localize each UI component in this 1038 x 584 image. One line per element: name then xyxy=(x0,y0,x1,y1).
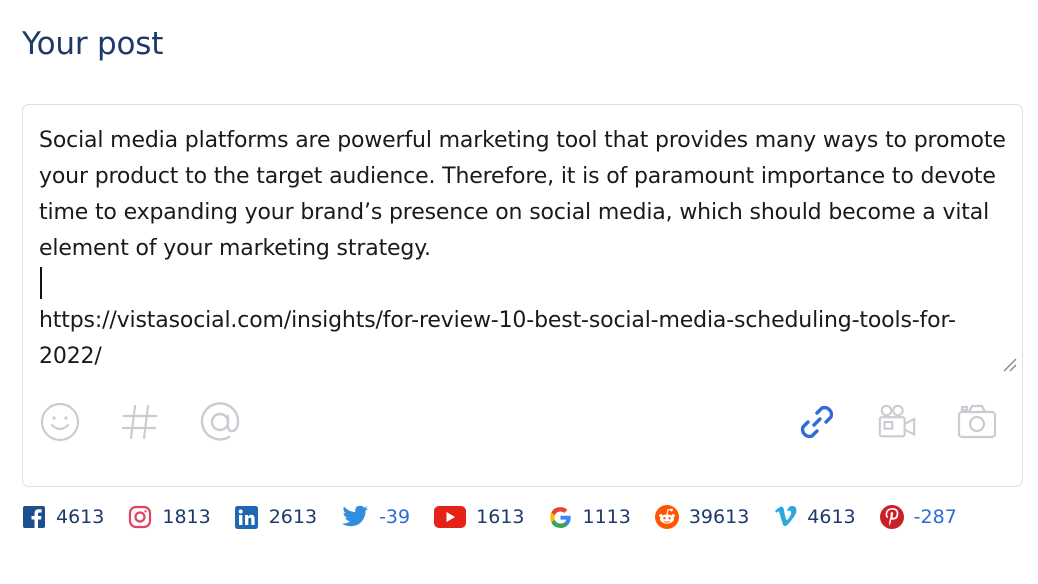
mention-button[interactable] xyxy=(199,401,241,443)
google-icon xyxy=(548,505,572,529)
count-value: 1613 xyxy=(476,506,525,528)
count-vimeo: 4613 xyxy=(773,505,856,529)
count-value: 4613 xyxy=(807,506,856,528)
hashtag-icon xyxy=(121,404,158,440)
hashtag-button[interactable] xyxy=(119,401,161,443)
count-google: 1113 xyxy=(548,505,631,529)
count-youtube: 1613 xyxy=(434,505,524,529)
count-value: 2613 xyxy=(268,506,318,528)
instagram-icon xyxy=(128,505,152,529)
count-value: 1113 xyxy=(582,506,631,528)
count-linkedin: 2613 xyxy=(235,505,317,529)
camera-button[interactable] xyxy=(956,401,998,443)
count-value: 1813 xyxy=(162,506,211,528)
resize-handle-icon[interactable] xyxy=(1002,357,1018,373)
page-title: Your post xyxy=(22,26,164,62)
count-instagram: 1813 xyxy=(128,505,211,529)
count-pinterest: -287 xyxy=(879,505,957,529)
camera-icon xyxy=(957,404,997,439)
count-reddit: 39613 xyxy=(654,505,750,529)
mention-icon xyxy=(200,402,240,441)
pinterest-icon xyxy=(879,505,904,529)
youtube-icon xyxy=(434,505,467,529)
count-value: 4613 xyxy=(56,506,105,528)
facebook-icon xyxy=(22,505,46,529)
character-counts: 4613 1813 2613 -39 1613 1113 39613 4613 … xyxy=(22,505,1022,529)
video-button[interactable] xyxy=(876,401,918,443)
post-textarea[interactable]: Social media platforms are powerful mark… xyxy=(39,123,1014,375)
vimeo-icon xyxy=(773,505,797,529)
count-facebook: 4613 xyxy=(22,505,104,529)
link-icon xyxy=(800,405,834,439)
emoji-icon xyxy=(40,402,80,442)
count-value: -39 xyxy=(379,506,411,528)
link-button[interactable] xyxy=(796,401,838,443)
emoji-button[interactable] xyxy=(39,401,81,443)
text-caret xyxy=(40,267,42,299)
post-editor[interactable]: Social media platforms are powerful mark… xyxy=(22,104,1023,487)
twitter-icon xyxy=(341,505,369,529)
linkedin-icon xyxy=(235,505,259,529)
count-value: 39613 xyxy=(688,506,750,528)
reddit-icon xyxy=(654,505,679,529)
count-value: -287 xyxy=(913,506,957,528)
video-icon xyxy=(878,404,916,438)
count-twitter: -39 xyxy=(341,505,410,529)
